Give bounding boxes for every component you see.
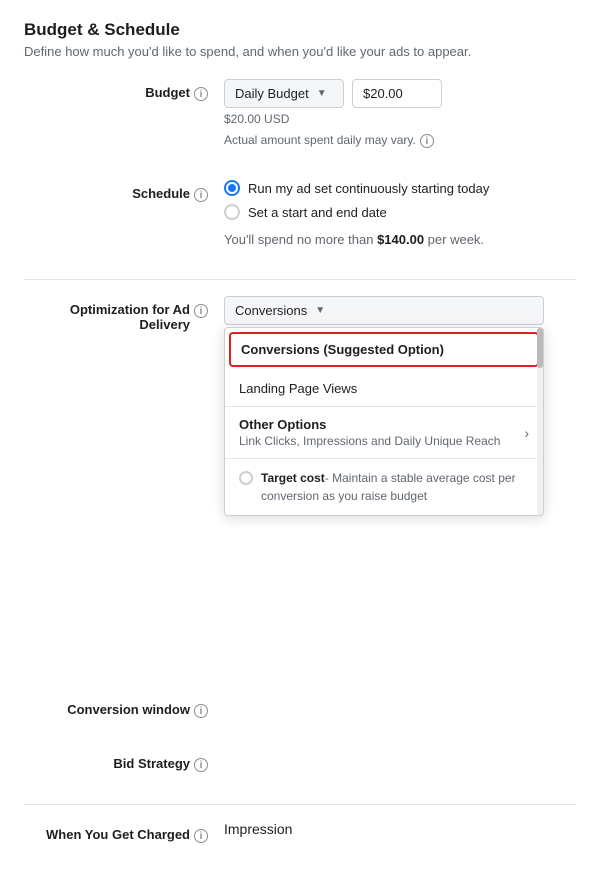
budget-vary-note: Actual amount spent daily may vary. i: [224, 132, 576, 148]
conversion-window-row: Conversion window i: [24, 696, 576, 734]
section-subtitle: Define how much you'd like to spend, and…: [24, 44, 576, 59]
charged-row: When You Get Charged i Impression: [24, 821, 576, 859]
opt-menu-item-conversions[interactable]: Conversions (Suggested Option): [229, 332, 539, 367]
target-cost-text: Target cost- Maintain a stable average c…: [261, 469, 529, 505]
dropdown-scrollbar[interactable]: [537, 328, 543, 515]
section-header: Budget & Schedule Define how much you'd …: [24, 20, 576, 59]
target-cost-section: Target cost- Maintain a stable average c…: [225, 458, 543, 515]
other-options-chevron: ›: [524, 425, 529, 441]
optimization-dropdown-arrow: ▼: [315, 305, 325, 316]
schedule-radio-2: [224, 204, 240, 220]
schedule-label: Schedule i: [24, 180, 224, 202]
section-divider: [24, 279, 576, 280]
budget-vary-info-icon[interactable]: i: [420, 134, 434, 148]
opt-menu-item-landing[interactable]: Landing Page Views: [225, 371, 543, 406]
budget-info-icon[interactable]: i: [194, 87, 208, 101]
schedule-row: Schedule i Run my ad set continuously st…: [24, 180, 576, 263]
optimization-dropdown-wrapper: Conversions ▼ Conversions (Suggested Opt…: [224, 296, 544, 516]
dropdown-scrollbar-thumb: [537, 328, 543, 368]
budget-amount-input[interactable]: [352, 79, 442, 108]
budget-dropdown-arrow: ▼: [317, 88, 327, 99]
budget-dropdown-label: Daily Budget: [235, 86, 309, 101]
charged-info-icon[interactable]: i: [194, 829, 208, 843]
spend-note: You'll spend no more than $140.00 per we…: [224, 232, 576, 247]
budget-type-dropdown[interactable]: Daily Budget ▼: [224, 79, 344, 108]
conversion-window-label: Conversion window i: [24, 696, 224, 718]
other-options-title: Other Options: [239, 417, 500, 432]
optimization-info-icon[interactable]: i: [194, 304, 208, 318]
schedule-radio-1: [224, 180, 240, 196]
bid-strategy-row: Bid Strategy i: [24, 750, 576, 788]
budget-content: Daily Budget ▼ $20.00 USD Actual amount …: [224, 79, 576, 148]
other-options-text: Other Options Link Clicks, Impressions a…: [239, 417, 500, 448]
optimization-dropdown-btn[interactable]: Conversions ▼: [224, 296, 544, 325]
charged-value: Impression: [224, 821, 292, 837]
target-cost-radio: [239, 471, 253, 485]
other-options-sub: Link Clicks, Impressions and Daily Uniqu…: [239, 434, 500, 448]
section-title: Budget & Schedule: [24, 20, 576, 40]
optimization-label: Optimization for Ad Delivery i: [24, 296, 224, 332]
optimization-content: Conversions ▼ Conversions (Suggested Opt…: [224, 296, 576, 516]
budget-usd-note: $20.00 USD: [224, 112, 576, 126]
schedule-content: Run my ad set continuously starting toda…: [224, 180, 576, 247]
schedule-option-2[interactable]: Set a start and end date: [224, 204, 576, 220]
budget-input-row: Daily Budget ▼: [224, 79, 576, 108]
bid-strategy-info-icon[interactable]: i: [194, 758, 208, 772]
bid-strategy-label: Bid Strategy i: [24, 750, 224, 772]
optimization-dropdown-menu: Conversions (Suggested Option) Landing P…: [224, 327, 544, 516]
schedule-radio-group: Run my ad set continuously starting toda…: [224, 180, 576, 220]
opt-menu-item-other[interactable]: Other Options Link Clicks, Impressions a…: [225, 406, 543, 458]
target-cost-row[interactable]: Target cost- Maintain a stable average c…: [239, 469, 529, 505]
optimization-dropdown-label: Conversions: [235, 303, 307, 318]
schedule-info-icon[interactable]: i: [194, 188, 208, 202]
charged-content: Impression: [224, 821, 576, 837]
bottom-divider: [24, 804, 576, 805]
schedule-option-2-label: Set a start and end date: [248, 205, 387, 220]
budget-row: Budget i Daily Budget ▼ $20.00 USD Actua…: [24, 79, 576, 164]
charged-label: When You Get Charged i: [24, 821, 224, 843]
optimization-row: Optimization for Ad Delivery i Conversio…: [24, 296, 576, 516]
schedule-option-1[interactable]: Run my ad set continuously starting toda…: [224, 180, 576, 196]
budget-label: Budget i: [24, 79, 224, 101]
conversion-window-info-icon[interactable]: i: [194, 704, 208, 718]
schedule-option-1-label: Run my ad set continuously starting toda…: [248, 181, 489, 196]
